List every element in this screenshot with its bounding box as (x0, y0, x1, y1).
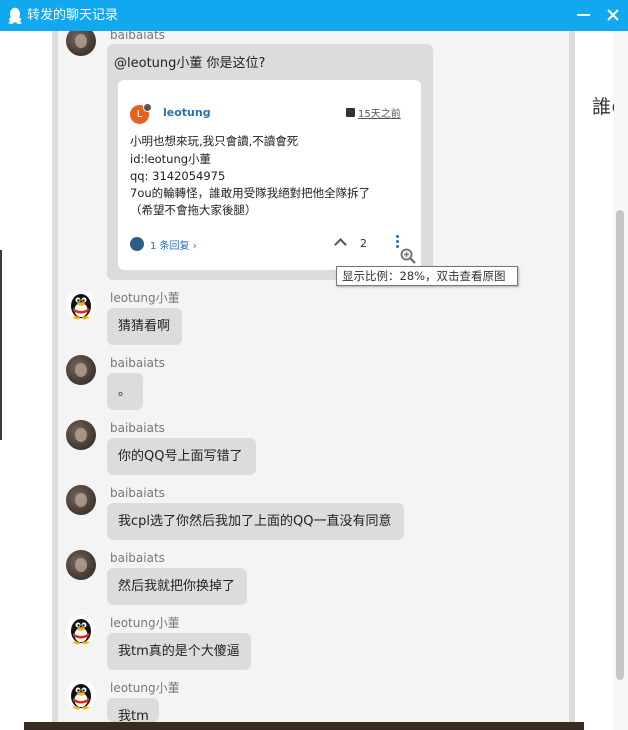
message-text: @leotung小董 你是这位? (114, 56, 266, 71)
edit-icon (346, 108, 355, 117)
message-text: 。 (118, 384, 132, 399)
sender-name: leotung小董 (110, 616, 180, 630)
qq-penguin-avatar[interactable] (66, 615, 96, 645)
replies-link[interactable]: 1 条回复 › (150, 237, 197, 252)
background-left-area (0, 31, 52, 730)
sender-name: baibaiats (110, 486, 165, 500)
quote-line-1: 小明也想來玩,我只會讀,不讀會死 (130, 134, 299, 148)
message-bubble[interactable]: 。 (107, 373, 143, 410)
message-text: 然后我就把你换掉了 (118, 579, 236, 594)
quote-username[interactable]: leotung (163, 106, 211, 119)
status-dot (143, 103, 152, 112)
baibaiats-avatar[interactable] (66, 420, 96, 450)
quote-line-2: id:leotung小董 (130, 152, 212, 166)
reply-avatar-icon (130, 237, 144, 251)
qq-penguin-avatar[interactable] (66, 290, 96, 320)
vote-count: 2 (360, 237, 367, 250)
background-dark-edge (0, 250, 2, 440)
sender-name: baibaiats (110, 356, 165, 370)
qq-penguin-avatar[interactable] (66, 680, 96, 710)
forwarded-chat-window: 誰の 究 baibaiats @leotung小董 你是这位? L leotun… (0, 0, 628, 730)
quote-line-5: （希望不會拖大家後腿） (130, 203, 257, 217)
sender-name: leotung小董 (110, 681, 180, 695)
background-bottom-edge (24, 722, 584, 730)
quote-line-4: 7ou的輪轉怪，誰敢用受隊我絕對把他全隊拆了 (130, 186, 371, 200)
qq-logo-icon (8, 7, 22, 24)
message-bubble[interactable]: 猜猜看啊 (107, 308, 182, 345)
message-bubble[interactable]: 我cpl选了你然后我加了上面的QQ一直没有同意 (107, 503, 404, 540)
more-vert-icon[interactable] (396, 235, 400, 249)
baibaiats-avatar[interactable] (66, 550, 96, 580)
chevron-up-icon[interactable] (334, 238, 347, 251)
quote-timestamp[interactable]: 15天之前 (358, 105, 401, 120)
message-text: 我cpl选了你然后我加了上面的QQ一直没有同意 (118, 514, 392, 529)
quoted-post-card[interactable]: L leotung 15天之前 小明也想來玩,我只會讀,不讀會死 id:leot… (118, 80, 421, 270)
zoom-in-icon[interactable] (400, 248, 416, 264)
message-text: 我tm真的是个大傻逼 (118, 644, 240, 659)
baibaiats-avatar[interactable] (66, 485, 96, 515)
baibaiats-avatar[interactable] (66, 355, 96, 385)
close-icon[interactable] (603, 5, 623, 25)
sender-name: baibaiats (110, 551, 165, 565)
minimize-icon[interactable] (577, 14, 590, 16)
scrollbar-thumb[interactable] (616, 210, 624, 680)
message-bubble[interactable]: 我tm (107, 698, 159, 722)
message-bubble[interactable]: 然后我就把你换掉了 (107, 568, 247, 605)
message-text: 你的QQ号上面写错了 (118, 449, 243, 464)
zoom-tooltip: 显示比例：28%，双击查看原图 (336, 266, 518, 286)
message-bubble[interactable]: 我tm真的是个大傻逼 (107, 633, 251, 670)
message-bubble[interactable]: 你的QQ号上面写错了 (107, 438, 256, 475)
quote-line-3: qq: 3142054975 (130, 169, 226, 183)
message-text: 我tm (118, 709, 149, 722)
message-text: 猜猜看啊 (118, 319, 171, 334)
window-title: 转发的聊天记录 (27, 8, 119, 23)
sender-name: leotung小董 (110, 291, 180, 305)
title-bar[interactable]: 转发的聊天记录 (0, 0, 628, 31)
sender-name: baibaiats (110, 421, 165, 435)
